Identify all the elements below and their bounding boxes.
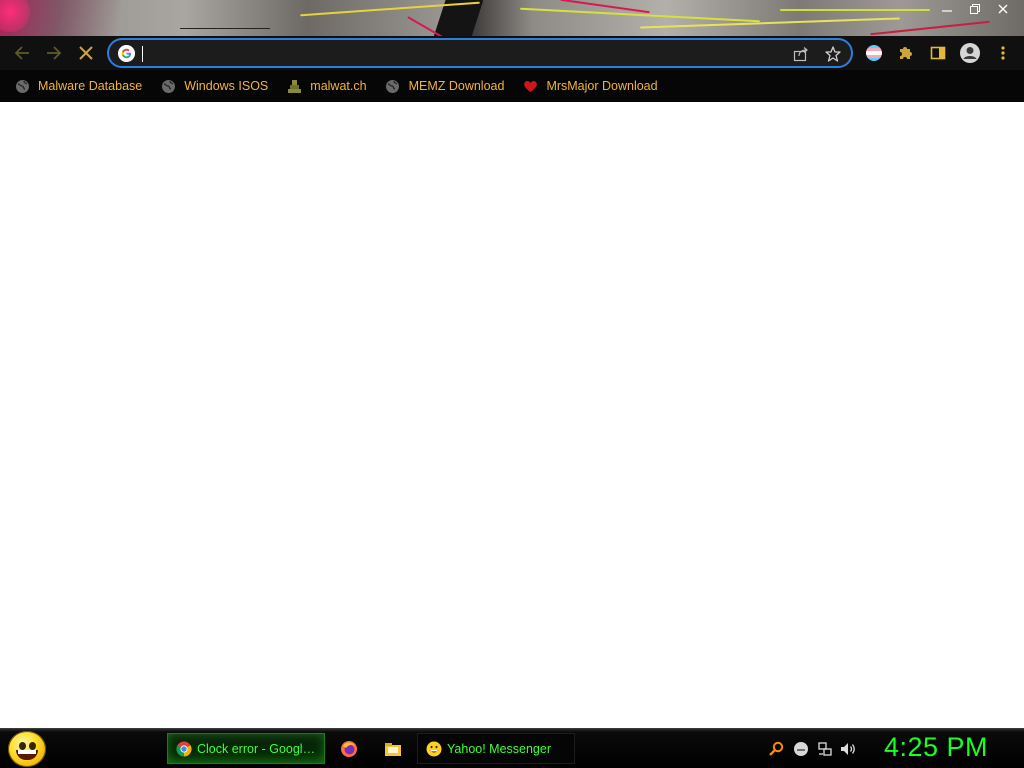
profile-button[interactable]: [959, 42, 981, 64]
close-icon: [998, 4, 1008, 14]
bookmark-label: Windows ISOS: [184, 79, 269, 93]
restore-icon: [970, 4, 980, 14]
taskbar-item-label: Clock error - Google ...: [197, 741, 321, 756]
malwatch-icon: [286, 78, 302, 94]
taskbar-pin-firefox[interactable]: [337, 737, 361, 761]
tray-network[interactable]: [816, 740, 834, 758]
share-icon: [793, 47, 808, 62]
heart-icon: [522, 78, 538, 94]
tray-search[interactable]: [767, 740, 785, 758]
bookmark-malwatch[interactable]: malwat.ch: [286, 74, 367, 98]
google-icon: [118, 45, 135, 62]
bookmark-label: malwat.ch: [310, 79, 367, 93]
restore-button[interactable]: [962, 0, 988, 18]
bookmarks-bar: Malware Database Windows ISOS malwat.ch …: [0, 70, 1024, 102]
bookmark-label: MEMZ Download: [408, 79, 505, 93]
tray-status[interactable]: [792, 740, 810, 758]
side-panel-icon: [930, 46, 946, 60]
tray-volume[interactable]: [840, 740, 858, 758]
minimize-icon: [942, 10, 952, 12]
extensions-button[interactable]: [895, 42, 917, 64]
text-caret: [142, 46, 143, 62]
bookmark-windows-isos[interactable]: Windows ISOS: [160, 74, 268, 98]
bookmark-label: MrsMajor Download: [546, 79, 658, 93]
taskbar: Clock error - Google ... Yahoo! Messenge…: [0, 728, 1024, 768]
bookmark-memz-download[interactable]: MEMZ Download: [385, 74, 505, 98]
side-panel-button[interactable]: [927, 42, 949, 64]
taskbar-item-yahoo-messenger[interactable]: Yahoo! Messenger: [417, 733, 575, 764]
smiley-teeth: [18, 750, 36, 754]
search-icon: [769, 741, 784, 756]
more-vert-icon: [1001, 46, 1005, 60]
globe-icon: [385, 78, 401, 94]
taskbar-clock[interactable]: 4:25 PM: [884, 732, 988, 763]
back-button[interactable]: [9, 40, 35, 66]
page-content[interactable]: [0, 102, 1024, 728]
smiley-eye: [29, 742, 36, 750]
desktop-screen: Malware Database Windows ISOS malwat.ch …: [0, 0, 1024, 768]
arrow-right-icon: [47, 46, 62, 60]
theme-decoration: [780, 9, 930, 11]
network-icon: [818, 742, 832, 756]
theme-decoration: [180, 28, 270, 29]
bookmark-label: Malware Database: [38, 79, 143, 93]
smiley-icon: [794, 742, 808, 756]
smiley-eye: [19, 742, 26, 750]
window-controls: [934, 0, 1016, 18]
trans-flag-extension-button[interactable]: [863, 42, 885, 64]
address-input[interactable]: [141, 43, 781, 63]
globe-icon: [14, 78, 30, 94]
folder-icon: [385, 743, 401, 756]
close-icon: [79, 46, 93, 60]
stop-loading-button[interactable]: [73, 40, 99, 66]
bookmark-star-button[interactable]: [823, 44, 843, 64]
puzzle-icon: [900, 47, 912, 59]
volume-icon: [841, 743, 855, 755]
avatar-icon: [960, 43, 980, 63]
address-bar[interactable]: [107, 38, 853, 68]
start-button[interactable]: [8, 731, 46, 767]
chrome-icon: [176, 741, 192, 756]
bookmark-malware-database[interactable]: Malware Database: [14, 74, 142, 98]
yahoo-smiley-icon: [426, 741, 442, 756]
theme-decoration: [0, 0, 30, 32]
close-window-button[interactable]: [990, 0, 1016, 18]
theme-decoration: [870, 20, 990, 36]
browser-menu-button[interactable]: [992, 42, 1014, 64]
taskbar-item-label: Yahoo! Messenger: [447, 741, 551, 756]
bookmark-mrsmajor-download[interactable]: MrsMajor Download: [522, 74, 658, 98]
forward-button[interactable]: [41, 40, 67, 66]
taskbar-pin-explorer[interactable]: [381, 737, 405, 761]
trans-flag-icon: [866, 45, 882, 61]
browser-toolbar: [0, 36, 1024, 70]
theme-decoration: [640, 17, 900, 29]
share-button[interactable]: [791, 44, 811, 64]
star-icon: [825, 46, 841, 62]
firefox-icon: [341, 741, 357, 757]
arrow-left-icon: [14, 46, 29, 60]
taskbar-item-chrome[interactable]: Clock error - Google ...: [167, 733, 325, 764]
browser-title-bar[interactable]: [0, 0, 1024, 36]
minimize-button[interactable]: [934, 0, 960, 18]
globe-icon: [160, 78, 176, 94]
